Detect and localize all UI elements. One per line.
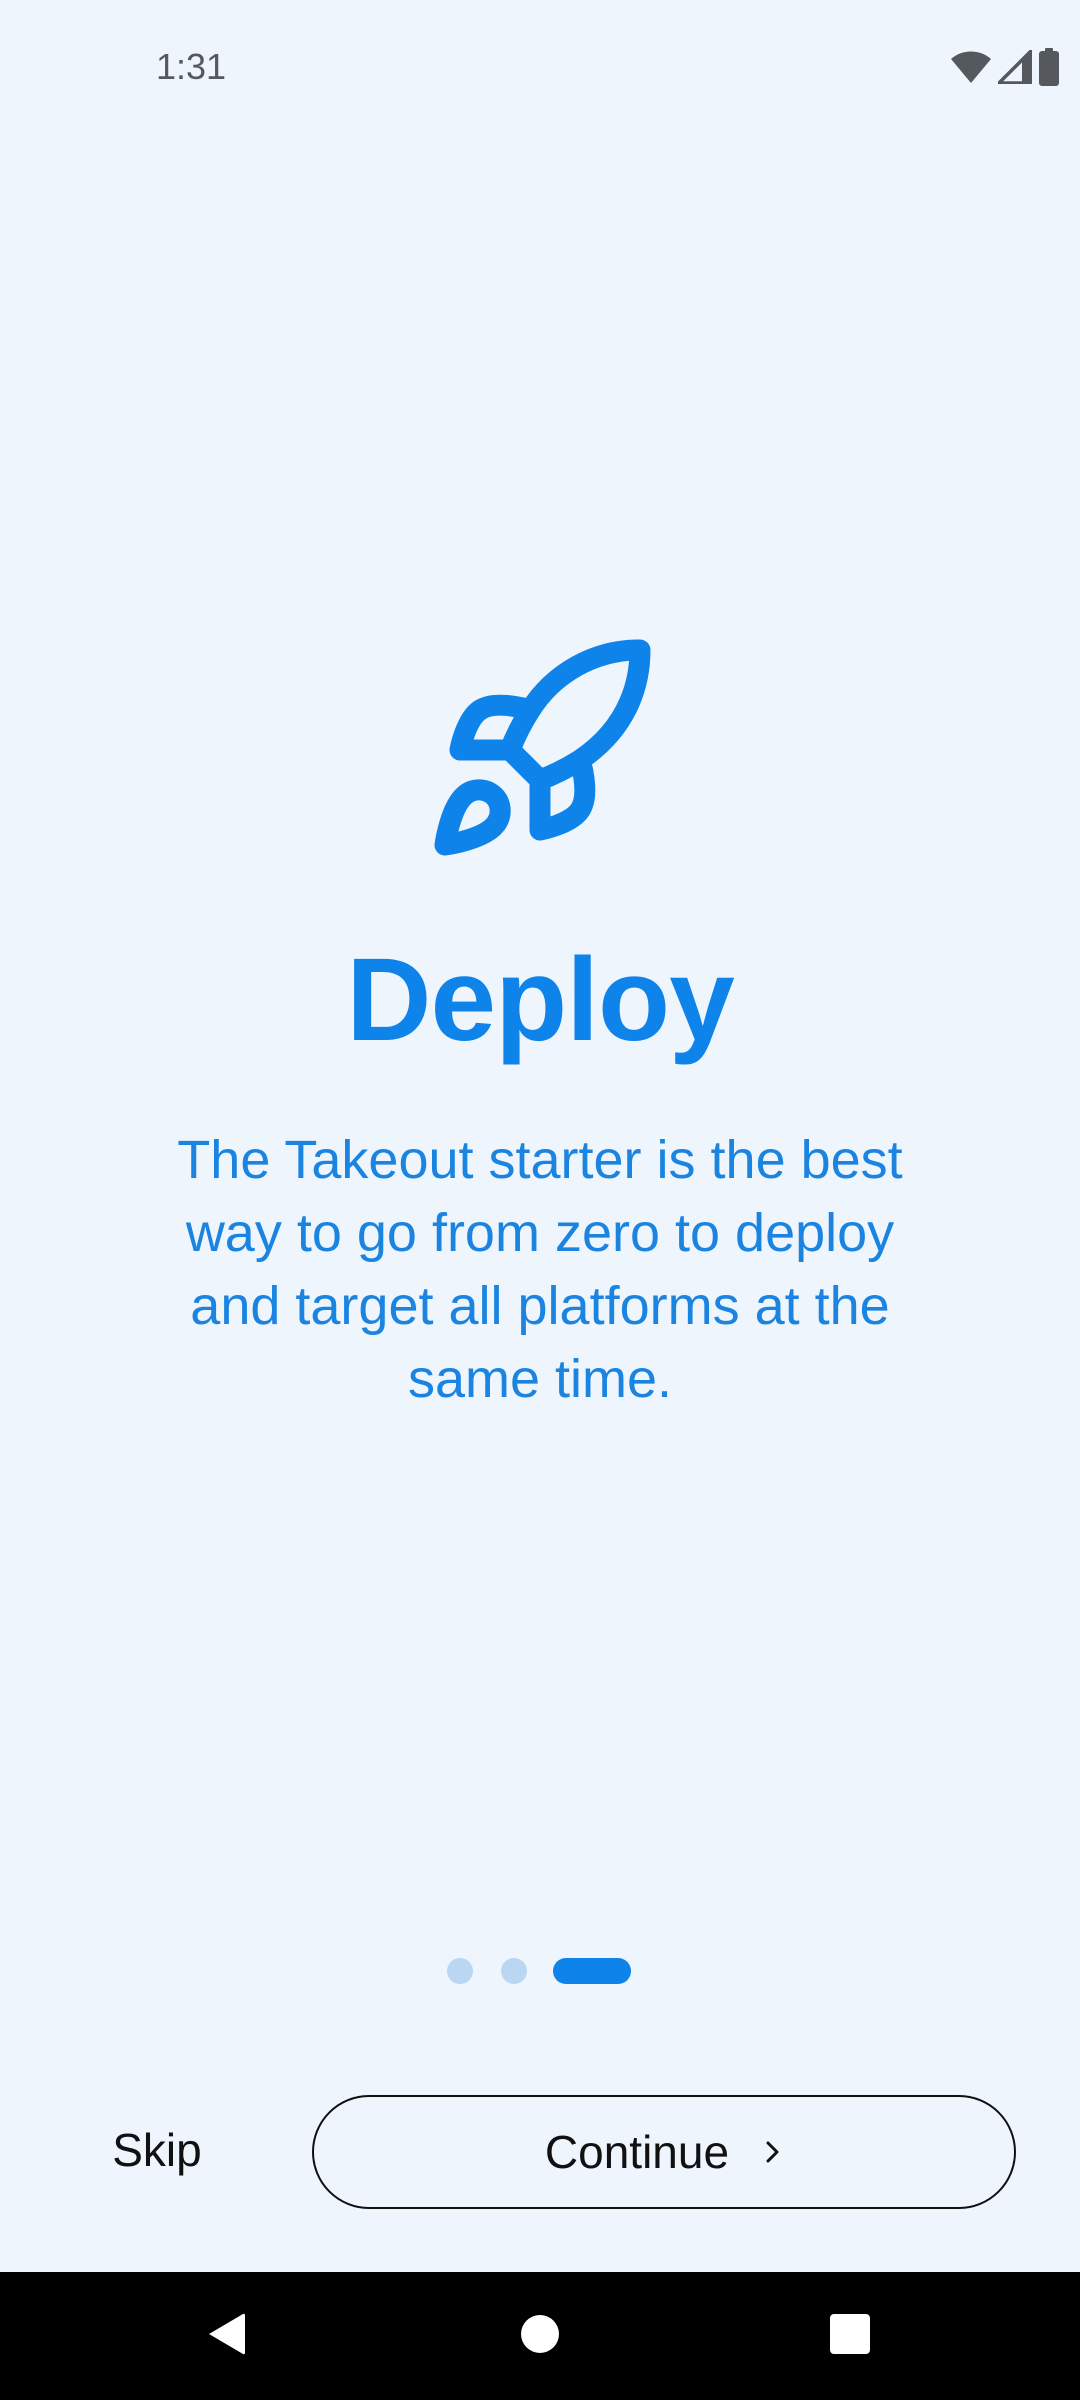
page-description: The Takeout starter is the best way to g… xyxy=(177,1130,903,1409)
continue-label: Continue xyxy=(544,2126,730,2178)
page-title: Deploy xyxy=(346,934,734,1066)
rocket-icon xyxy=(420,630,660,870)
chevron-right-icon xyxy=(763,2137,783,2167)
status-bar: 1:31 xyxy=(0,0,1080,140)
continue-button[interactable]: Continue xyxy=(312,2095,1016,2209)
page-indicator xyxy=(0,1958,1080,1984)
onboarding-screen: 1:31 Deploy The Takeout starter is the b… xyxy=(0,0,1080,2400)
home-icon xyxy=(520,2314,560,2359)
home-button[interactable] xyxy=(470,2272,610,2400)
skip-button[interactable]: Skip xyxy=(92,2110,222,2190)
skip-label: Skip xyxy=(112,2124,202,2176)
signal-icon xyxy=(998,50,1032,84)
wifi-icon xyxy=(950,50,992,84)
back-icon xyxy=(205,2310,247,2363)
navigation-bar xyxy=(0,2272,1080,2400)
status-icons xyxy=(950,46,1060,88)
recents-icon xyxy=(830,2313,870,2359)
battery-icon xyxy=(1038,48,1060,86)
page-dot-2[interactable] xyxy=(501,1958,527,1984)
page-dot-1[interactable] xyxy=(447,1958,473,1984)
page-dot-3-active[interactable] xyxy=(553,1958,631,1984)
recents-button[interactable] xyxy=(780,2272,920,2400)
status-time: 1:31 xyxy=(156,46,227,87)
back-button[interactable] xyxy=(156,2272,296,2400)
